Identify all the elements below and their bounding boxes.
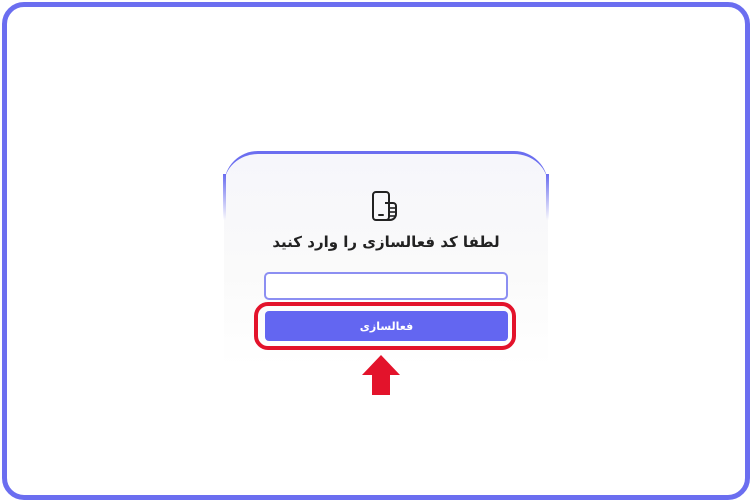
activation-code-input[interactable] [264,272,508,300]
activate-button[interactable]: فعالسازی [265,311,508,341]
activation-title: لطفا کد فعالسازی را وارد کنید [272,233,500,251]
up-arrow-icon [362,355,400,395]
hand-holding-phone-icon [372,191,397,221]
